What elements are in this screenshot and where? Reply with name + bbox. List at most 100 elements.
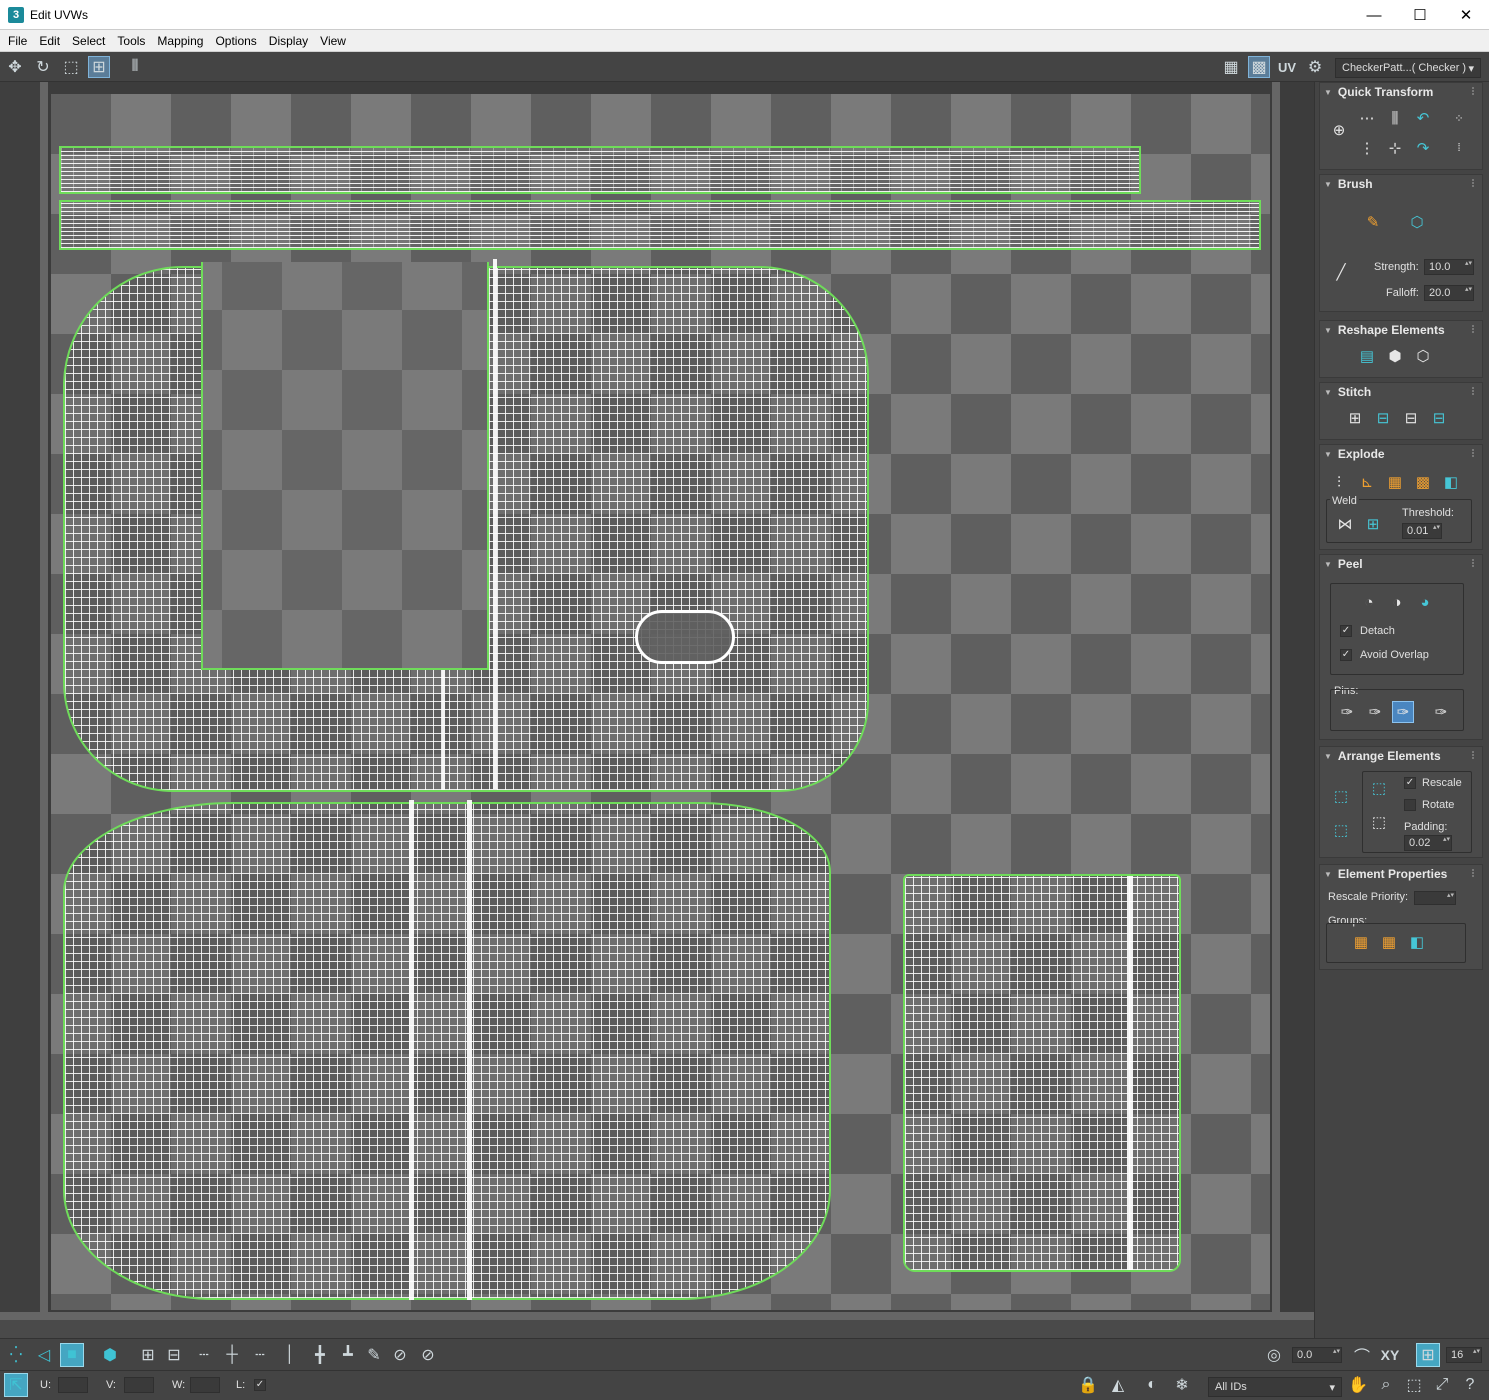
- relax-brush-icon[interactable]: ⬡: [1406, 211, 1428, 233]
- menu-options[interactable]: Options: [211, 34, 260, 48]
- w-field[interactable]: [190, 1377, 220, 1393]
- zoom-region-icon[interactable]: ⬚: [1402, 1373, 1426, 1397]
- select-group-icon[interactable]: ◧: [1406, 931, 1428, 953]
- auto-pin-icon[interactable]: ✑: [1392, 701, 1414, 723]
- grip-icon[interactable]: [1472, 559, 1478, 567]
- padding-spinner[interactable]: 0.02: [1404, 835, 1452, 851]
- break-icon[interactable]: ⫶: [1328, 471, 1350, 493]
- grip-icon[interactable]: [1472, 751, 1478, 759]
- ring-grow-icon[interactable]: ╋: [308, 1343, 332, 1367]
- loop-grow-icon[interactable]: ┼: [220, 1343, 244, 1367]
- loop-shrink-icon[interactable]: ┄: [248, 1343, 272, 1367]
- ids-dropdown[interactable]: All IDs ▾: [1208, 1377, 1342, 1397]
- zoom-extents-icon[interactable]: ⤢: [1430, 1373, 1454, 1397]
- grip-icon[interactable]: [1472, 869, 1478, 877]
- freeze-icon[interactable]: ❄: [1170, 1373, 1194, 1397]
- u-field[interactable]: [58, 1377, 88, 1393]
- ungroup-selected-icon[interactable]: ▦: [1378, 931, 1400, 953]
- grip-icon[interactable]: [1472, 449, 1478, 457]
- rotate-cw-icon[interactable]: ↷: [1412, 137, 1434, 159]
- align-vertical-icon[interactable]: ⋮: [1356, 137, 1378, 159]
- stitch-average-icon[interactable]: ⊟: [1400, 407, 1422, 429]
- loop-icon[interactable]: ┄: [192, 1343, 216, 1367]
- align-horizontal-icon[interactable]: ⋯: [1356, 107, 1378, 129]
- ring-shrink-icon[interactable]: ┻: [336, 1343, 360, 1367]
- threshold-spinner[interactable]: 0.01: [1402, 523, 1442, 539]
- xy-toggle[interactable]: XY: [1378, 1343, 1402, 1367]
- avoid-overlap-checkbox[interactable]: ✓: [1340, 649, 1352, 661]
- angle-spinner[interactable]: 0.0: [1292, 1347, 1342, 1363]
- uv-shell-bottom-large[interactable]: [63, 802, 831, 1300]
- reset-peel-icon[interactable]: ◕: [1414, 591, 1436, 613]
- paint-grow-icon[interactable]: ⊘: [388, 1343, 412, 1367]
- linear-align-icon[interactable]: ⊹: [1384, 137, 1406, 159]
- maximize-button[interactable]: ☐: [1397, 0, 1443, 30]
- menu-tools[interactable]: Tools: [113, 34, 149, 48]
- uv-strip-top[interactable]: [59, 146, 1141, 194]
- uv-strip-second[interactable]: [59, 200, 1261, 250]
- menu-file[interactable]: File: [4, 34, 31, 48]
- rollout-header[interactable]: ▼ Explode: [1320, 445, 1482, 463]
- show-icon[interactable]: ◐: [1140, 1373, 1164, 1397]
- vertex-mode-icon[interactable]: ⁛: [4, 1343, 28, 1367]
- menu-view[interactable]: View: [316, 34, 350, 48]
- grip-icon[interactable]: [1472, 325, 1478, 333]
- falloff-spinner[interactable]: 20.0: [1424, 285, 1474, 301]
- uv-checker-canvas[interactable]: [51, 94, 1270, 1310]
- paint-shrink-icon[interactable]: ⊘: [416, 1343, 440, 1367]
- quick-peel-icon[interactable]: ◔: [1358, 591, 1380, 613]
- unpin-icon[interactable]: ✑: [1364, 701, 1386, 723]
- freeform-icon[interactable]: ⊞: [88, 56, 110, 78]
- rollout-header[interactable]: ▼ Stitch: [1320, 383, 1482, 401]
- rollout-header[interactable]: ▼ Peel: [1320, 555, 1482, 573]
- stitch-to-source-icon[interactable]: ⊟: [1372, 407, 1394, 429]
- grip-icon[interactable]: [1472, 387, 1478, 395]
- rotate-ccw-icon[interactable]: ↶: [1412, 107, 1434, 129]
- grid-snap-icon[interactable]: ⊞: [1416, 1343, 1440, 1367]
- pivot-icon[interactable]: ⊕: [1328, 119, 1350, 141]
- angle-snap-icon[interactable]: ◎: [1262, 1343, 1286, 1367]
- stitch-custom-icon[interactable]: ⊞: [1344, 407, 1366, 429]
- rotate-checkbox[interactable]: [1404, 799, 1416, 811]
- rollout-header[interactable]: ▼ Arrange Elements: [1320, 747, 1482, 765]
- space-horizontal-icon[interactable]: ⁘: [1448, 107, 1470, 129]
- menu-display[interactable]: Display: [265, 34, 312, 48]
- close-button[interactable]: ✕: [1443, 0, 1489, 30]
- select-pins-icon[interactable]: ✑: [1430, 701, 1452, 723]
- weld-target-icon[interactable]: ⊞: [1362, 513, 1384, 535]
- weld-selected-icon[interactable]: ⋈: [1334, 513, 1356, 535]
- texture-settings-icon[interactable]: ⚙: [1304, 56, 1326, 78]
- rescale-checkbox[interactable]: ✓: [1404, 777, 1416, 789]
- uv-shell-right[interactable]: [903, 874, 1181, 1272]
- menu-mapping[interactable]: Mapping: [153, 34, 207, 48]
- stitch-to-target-icon[interactable]: ⊟: [1428, 407, 1450, 429]
- shrink-selection-icon[interactable]: ⊟: [162, 1343, 186, 1367]
- snap-spinner[interactable]: 16: [1446, 1347, 1482, 1363]
- flatten-by-polygon-icon[interactable]: ▦: [1384, 471, 1406, 493]
- pan-icon[interactable]: ✋: [1346, 1373, 1370, 1397]
- ring-icon[interactable]: │: [278, 1343, 302, 1367]
- detach-checkbox[interactable]: ✓: [1340, 625, 1352, 637]
- flatten-by-smoothing-icon[interactable]: ▩: [1412, 471, 1434, 493]
- absolute-offset-icon[interactable]: ⇱: [4, 1373, 28, 1397]
- rollout-header[interactable]: ▼ Reshape Elements: [1320, 321, 1482, 339]
- flatten-by-material-icon[interactable]: ◧: [1440, 471, 1462, 493]
- pack-together-icon[interactable]: ⬚: [1330, 819, 1352, 841]
- viewport-scroll-area[interactable]: [0, 1320, 1314, 1338]
- menu-edit[interactable]: Edit: [35, 34, 64, 48]
- grip-icon[interactable]: [1472, 87, 1478, 95]
- menu-select[interactable]: Select: [68, 34, 109, 48]
- paint-select-icon[interactable]: ✎: [362, 1343, 386, 1367]
- l-checkbox[interactable]: ✓: [254, 1379, 266, 1391]
- show-map-icon[interactable]: ▩: [1248, 56, 1270, 78]
- group-selected-icon[interactable]: ▦: [1350, 931, 1372, 953]
- detach-edge-icon[interactable]: ⊾: [1356, 471, 1378, 493]
- minimize-button[interactable]: —: [1351, 0, 1397, 30]
- relax-icon[interactable]: ⬢: [1384, 345, 1406, 367]
- rollout-header[interactable]: ▼ Element Properties: [1320, 865, 1482, 883]
- rotate-icon[interactable]: ↻: [32, 56, 54, 78]
- peel-mode-icon[interactable]: ◑: [1386, 591, 1408, 613]
- strength-spinner[interactable]: 10.0: [1424, 259, 1474, 275]
- zoom-icon[interactable]: ⌕: [1374, 1373, 1398, 1397]
- move-icon[interactable]: ✥: [4, 56, 26, 78]
